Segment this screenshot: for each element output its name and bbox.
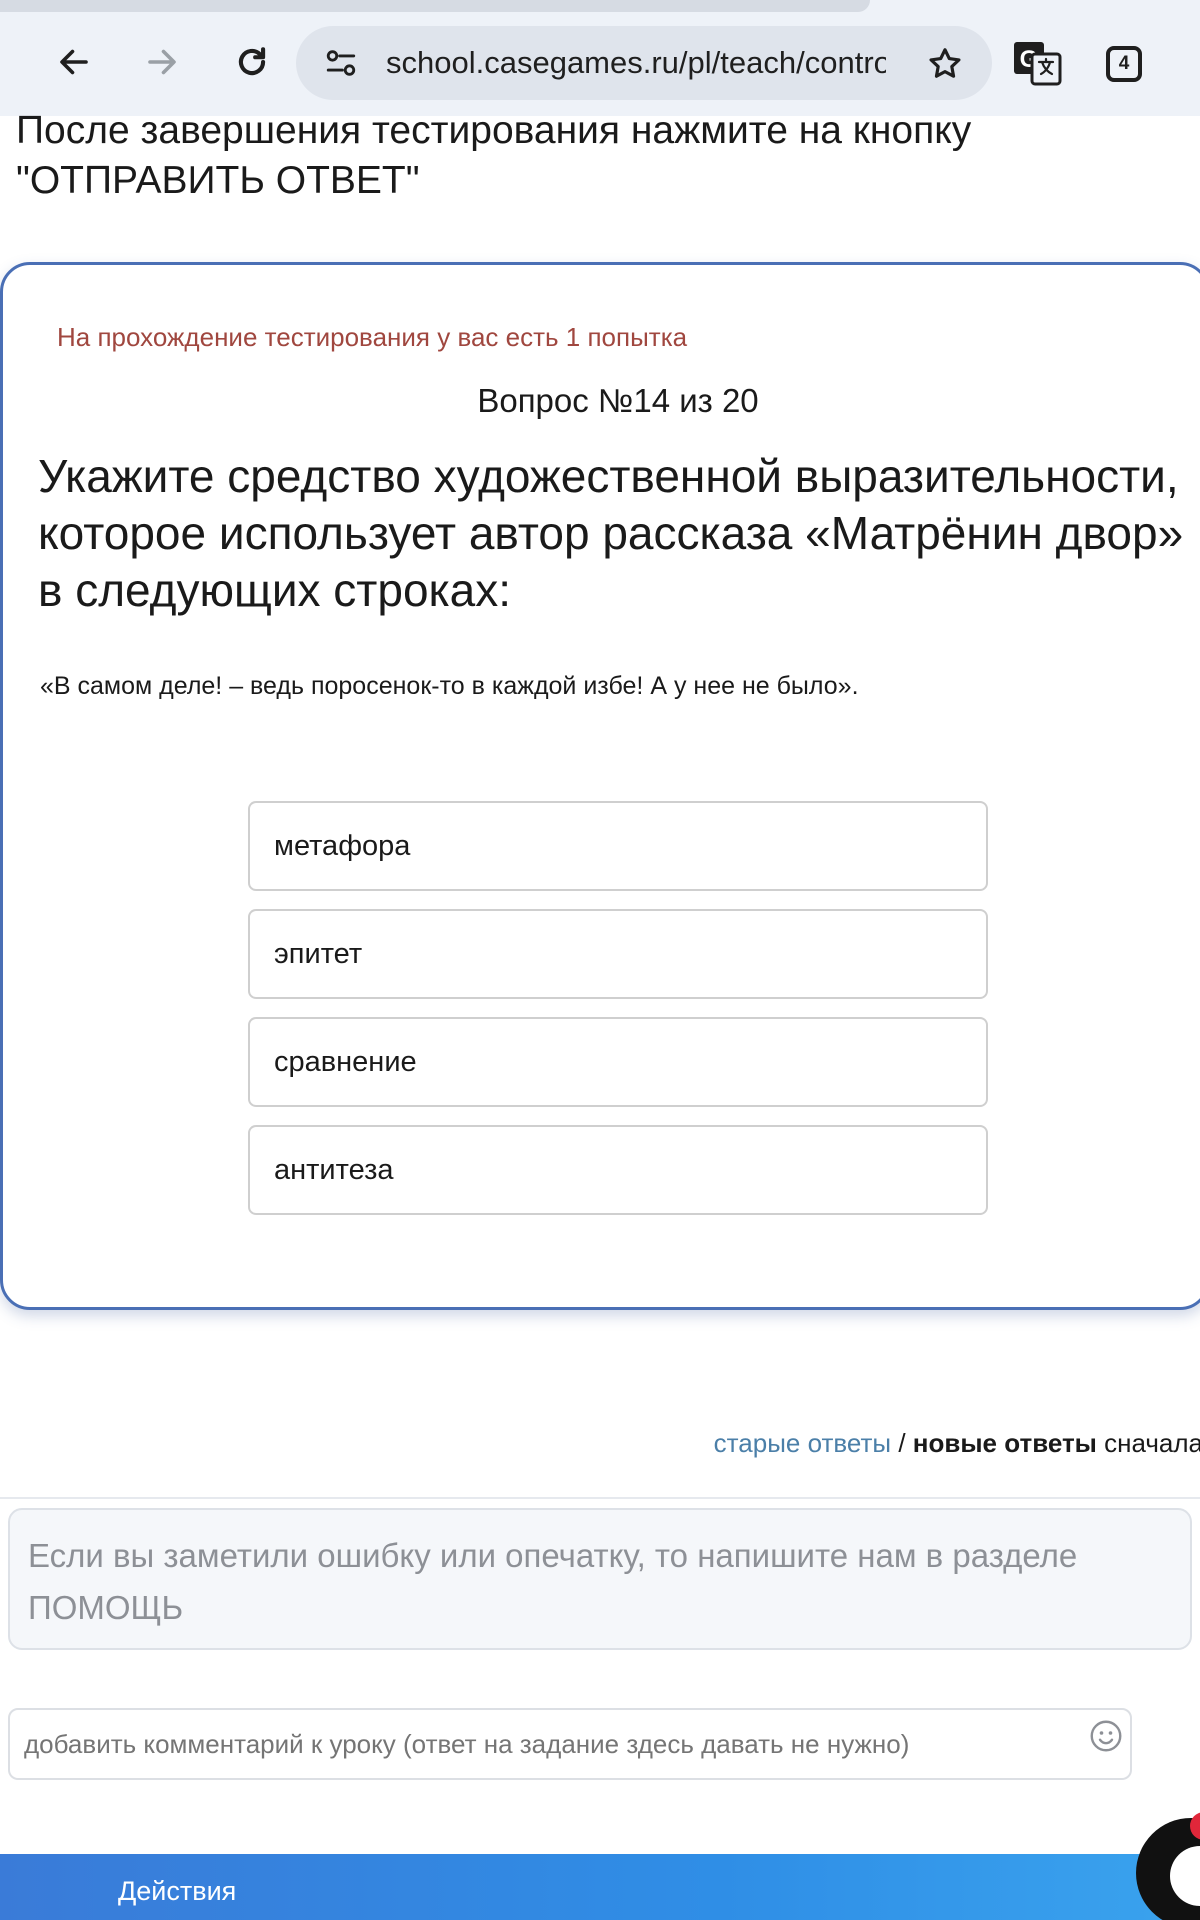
tab-switcher-button[interactable]: 4 — [1106, 46, 1142, 82]
answer-option[interactable]: эпитет — [248, 909, 988, 999]
lesson-comment-input[interactable] — [8, 1708, 1132, 1780]
back-button[interactable] — [46, 34, 102, 90]
reload-button[interactable] — [224, 34, 280, 90]
tab-strip — [0, 0, 870, 12]
translate-icon[interactable]: G — [1012, 40, 1062, 86]
back-arrow-icon — [60, 49, 88, 75]
divider — [0, 1497, 1200, 1499]
forward-button[interactable] — [134, 34, 190, 90]
forward-arrow-icon — [148, 49, 176, 75]
page-instruction: После завершения тестирования нажмите на… — [16, 109, 972, 202]
question-number: Вопрос №14 из 20 — [477, 382, 759, 419]
question-text: Укажите средство художественной выразите… — [38, 450, 1184, 616]
question-quote: «В самом деле! – ведь поросенок-то в каж… — [40, 672, 859, 700]
site-settings-icon[interactable] — [324, 45, 358, 81]
sort-separator: / — [891, 1428, 913, 1458]
bookmark-star-icon[interactable] — [926, 45, 964, 83]
browser-toolbar: school.casegames.ru/pl/teach/control G 4 — [0, 0, 1200, 116]
sort-suffix: сначала — [1096, 1428, 1200, 1458]
sort-new-answers-label[interactable]: новые ответы — [913, 1428, 1097, 1458]
attempts-notice: На прохождение тестирования у вас есть 1… — [57, 322, 688, 352]
url-text[interactable]: school.casegames.ru/pl/teach/control — [386, 26, 886, 100]
reload-icon — [238, 47, 266, 76]
error-report-notice: Если вы заметили ошибку или опечатку, то… — [8, 1508, 1192, 1650]
answer-option[interactable]: антитеза — [248, 1125, 988, 1215]
emoji-icon[interactable] — [1088, 1718, 1124, 1754]
sort-old-answers-link[interactable]: старые ответы — [714, 1428, 891, 1458]
address-bar[interactable]: school.casegames.ru/pl/teach/control — [296, 26, 992, 100]
answers-sort-toggle: старые ответы / новые ответы сначала — [714, 1428, 1200, 1459]
answer-option[interactable]: сравнение — [248, 1017, 988, 1107]
answer-option[interactable]: метафора — [248, 801, 988, 891]
actions-menu-button[interactable]: Действия — [118, 1876, 236, 1907]
